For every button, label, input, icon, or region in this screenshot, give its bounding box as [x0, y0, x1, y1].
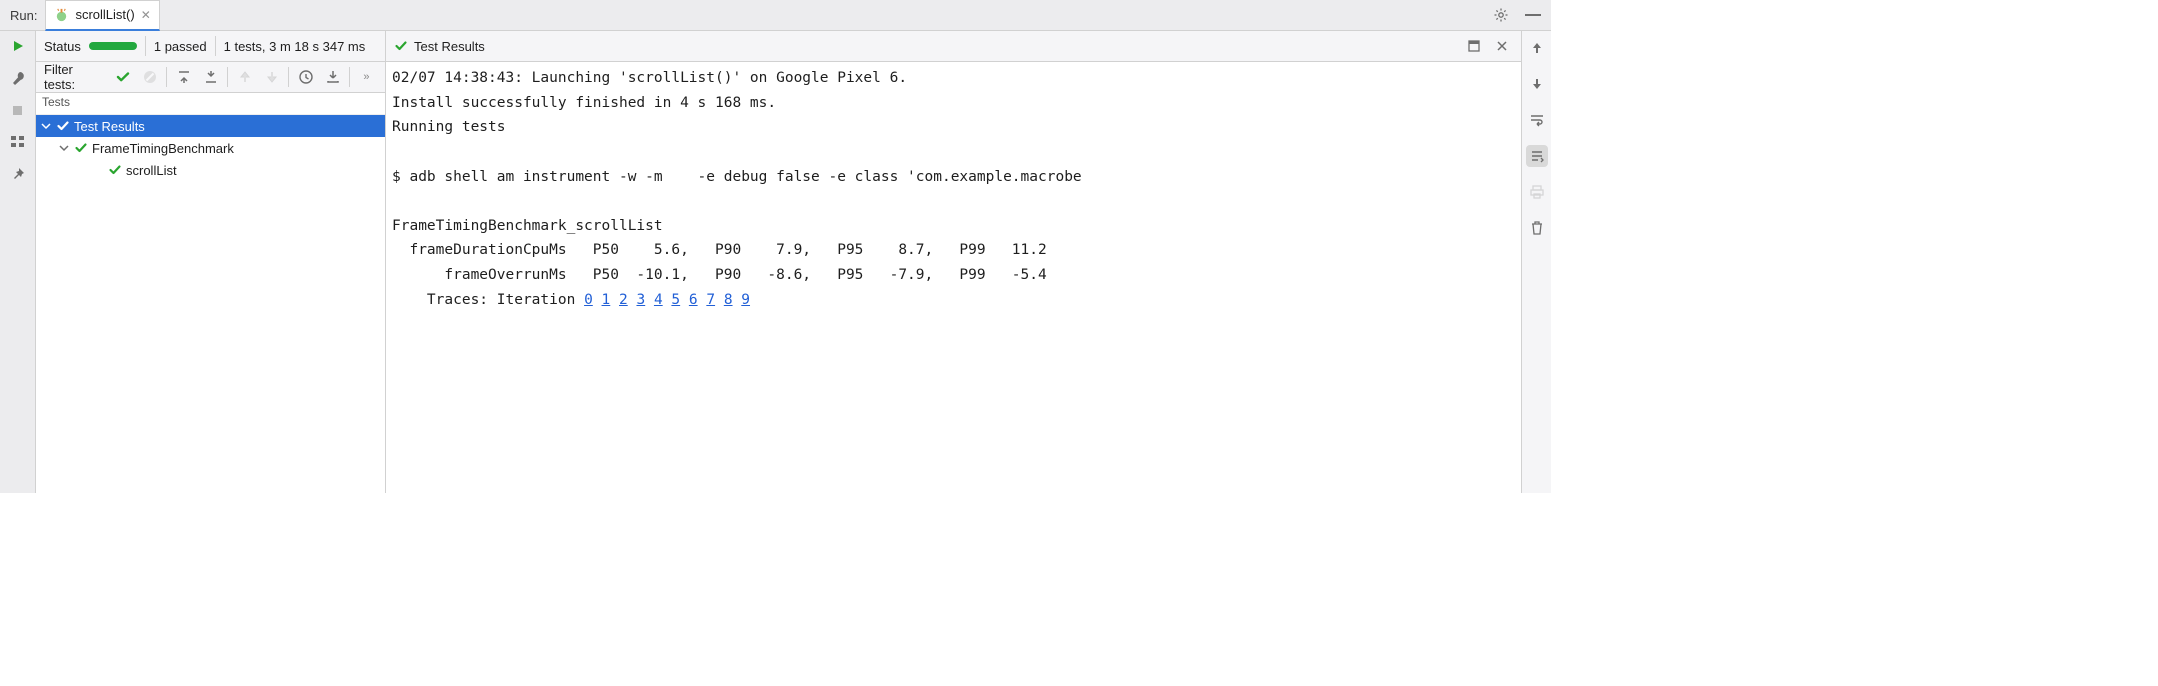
filter-passed-icon[interactable] — [113, 66, 134, 88]
close-panel-icon[interactable] — [1491, 35, 1513, 57]
run-label: Run: — [0, 8, 45, 23]
check-ok-icon — [56, 119, 70, 133]
run-tab[interactable]: scrollList() ✕ — [45, 0, 159, 31]
trace-link[interactable]: 0 — [584, 292, 593, 308]
minimize-icon[interactable] — [1525, 14, 1541, 16]
tree-header: Tests — [36, 93, 385, 115]
gear-icon[interactable] — [1493, 7, 1509, 23]
trace-link[interactable]: 7 — [706, 292, 715, 308]
console-gutter — [1521, 31, 1551, 493]
console-output[interactable]: 02/07 14:38:43: Launching 'scrollList()'… — [386, 62, 1521, 493]
tree-node-benchmark[interactable]: FrameTimingBenchmark — [36, 137, 385, 159]
left-gutter — [0, 31, 36, 493]
arrow-down-icon[interactable] — [1526, 73, 1548, 95]
check-ok-icon — [394, 39, 408, 53]
chevron-down-icon[interactable] — [58, 142, 70, 154]
pin-icon[interactable] — [9, 165, 27, 183]
wrench-icon[interactable] — [9, 69, 27, 87]
arrow-up-icon[interactable] — [1526, 37, 1548, 59]
trace-link[interactable]: 9 — [741, 292, 750, 308]
trace-link[interactable]: 4 — [654, 292, 663, 308]
trace-link[interactable]: 1 — [602, 292, 611, 308]
tab-title: scrollList() — [75, 7, 134, 22]
arrow-down-icon[interactable] — [261, 66, 282, 88]
filter-ignored-icon[interactable] — [140, 66, 161, 88]
status-passed: 1 passed — [154, 39, 207, 54]
android-run-icon — [54, 7, 69, 22]
check-ok-icon — [108, 163, 122, 177]
chevron-down-icon[interactable] — [40, 120, 52, 132]
tree-node-scroll[interactable]: scrollList — [36, 159, 385, 181]
tree-node-benchmark-label: FrameTimingBenchmark — [92, 141, 234, 156]
status-label: Status — [44, 39, 81, 54]
more-icon[interactable]: » — [356, 66, 377, 88]
trash-icon[interactable] — [1526, 217, 1548, 239]
trace-link[interactable]: 3 — [636, 292, 645, 308]
expand-all-icon[interactable] — [200, 66, 221, 88]
test-tree-panel: Status 1 passed 1 tests, 3 m 18 s 347 ms… — [36, 31, 386, 493]
tree-node-scroll-label: scrollList — [126, 163, 177, 178]
softwrap-icon[interactable] — [1526, 109, 1548, 131]
filter-bar: Filter tests: » — [36, 62, 385, 93]
run-icon[interactable] — [9, 37, 27, 55]
trace-link[interactable]: 5 — [671, 292, 680, 308]
check-ok-icon — [74, 141, 88, 155]
scroll-end-icon[interactable] — [1526, 145, 1548, 167]
result-title: Test Results — [414, 39, 485, 54]
trace-link[interactable]: 8 — [724, 292, 733, 308]
tree-root[interactable]: Test Results — [36, 115, 385, 137]
trace-link[interactable]: 2 — [619, 292, 628, 308]
tab-bar: Run: scrollList() ✕ — [0, 0, 1551, 31]
maximize-panel-icon[interactable] — [1463, 35, 1485, 57]
collapse-all-icon[interactable] — [173, 66, 194, 88]
result-bar: Test Results — [386, 31, 1521, 62]
trace-link[interactable]: 6 — [689, 292, 698, 308]
stop-icon[interactable] — [9, 101, 27, 119]
test-tree[interactable]: Test Results FrameTimingBenchmark scroll… — [36, 115, 385, 493]
status-progress — [89, 42, 137, 50]
tree-root-label: Test Results — [74, 119, 145, 134]
history-icon[interactable] — [295, 66, 316, 88]
filter-label: Filter tests: — [44, 62, 105, 92]
close-tab-icon[interactable]: ✕ — [141, 8, 151, 22]
arrow-up-icon[interactable] — [234, 66, 255, 88]
status-summary: 1 tests, 3 m 18 s 347 ms — [224, 39, 366, 54]
import-icon[interactable] — [322, 66, 343, 88]
status-bar: Status 1 passed 1 tests, 3 m 18 s 347 ms — [36, 31, 385, 62]
layout-icon[interactable] — [9, 133, 27, 151]
print-icon[interactable] — [1526, 181, 1548, 203]
